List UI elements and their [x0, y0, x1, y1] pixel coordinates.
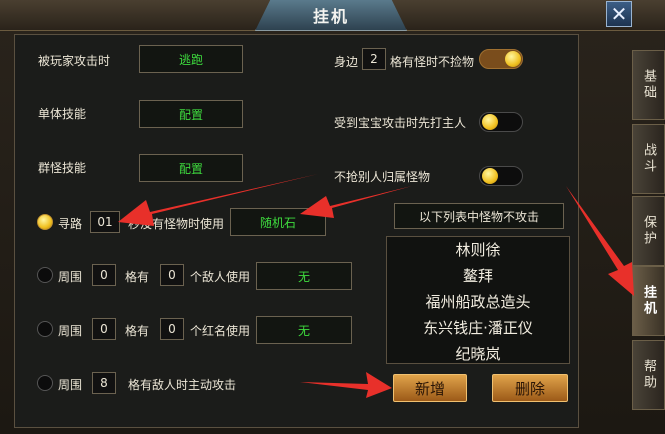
around-enemy-text: 个敌人使用: [190, 270, 251, 284]
tab-battle[interactable]: 战斗: [632, 124, 665, 194]
around-attack-text: 格有敌人时主动攻击: [128, 378, 237, 392]
attacked-by-player-select[interactable]: 逃跑: [139, 45, 243, 73]
pet-attack-label: 受到宝宝攻击时先打主人: [334, 116, 467, 130]
around-red-radio[interactable]: [37, 321, 53, 337]
toggle-knob: [482, 168, 498, 184]
list-item[interactable]: 东兴钱庄·潘正仪: [387, 315, 569, 341]
around-red-range-input[interactable]: 0: [92, 318, 116, 340]
single-skill-config-button[interactable]: 配置: [139, 100, 243, 128]
delete-monster-button[interactable]: 删除: [492, 374, 568, 402]
title-bar: 挂机 ✕: [0, 0, 665, 31]
around-red-text: 个红名使用: [190, 324, 251, 338]
around-enemy-radio[interactable]: [37, 267, 53, 283]
pet-attack-toggle[interactable]: [479, 112, 523, 132]
toggle-knob: [505, 51, 521, 67]
pickup-prefix: 身边: [334, 55, 359, 69]
single-skill-label: 单体技能: [38, 107, 87, 121]
group-skill-label: 群怪技能: [38, 161, 87, 175]
tab-help[interactable]: 帮助: [632, 340, 665, 410]
around-enemy-range-input[interactable]: 0: [92, 264, 116, 286]
window-title: 挂机: [312, 7, 349, 26]
find-path-radio[interactable]: [37, 214, 53, 230]
find-path-text: 秒没有怪物时使用: [128, 217, 225, 231]
around-enemy-item-select[interactable]: 无: [256, 262, 352, 290]
tab-auto-hunt[interactable]: 挂机: [632, 266, 665, 336]
no-steal-label: 不抢别人归属怪物: [334, 170, 431, 184]
find-path-seconds-input[interactable]: 01: [90, 211, 120, 233]
around-red-item-select[interactable]: 无: [256, 316, 352, 344]
toggle-knob: [482, 114, 498, 130]
no-steal-toggle[interactable]: [479, 166, 523, 186]
around-attack-radio[interactable]: [37, 375, 53, 391]
find-path-item-select[interactable]: 随机石: [230, 208, 326, 236]
list-item[interactable]: 纪晓岚: [387, 341, 569, 363]
list-item[interactable]: 鳌拜: [387, 263, 569, 289]
pickup-suffix: 格有怪时不捡物: [390, 55, 475, 69]
around-enemy-label: 周围: [58, 270, 83, 284]
pickup-range-input[interactable]: 2: [362, 48, 386, 70]
around-enemy-mid-text: 格有: [125, 270, 150, 284]
list-item[interactable]: 林则徐: [387, 237, 569, 263]
list-item[interactable]: 福州船政总造头: [387, 289, 569, 315]
tab-basic[interactable]: 基础: [632, 50, 665, 120]
no-attack-list-header[interactable]: 以下列表中怪物不攻击: [394, 203, 564, 229]
around-attack-range-input[interactable]: 8: [92, 372, 116, 394]
around-attack-label: 周围: [58, 378, 83, 392]
around-red-mid-text: 格有: [125, 324, 150, 338]
around-red-label: 周围: [58, 324, 83, 338]
tab-protect[interactable]: 保护: [632, 196, 665, 266]
attacked-by-player-label: 被玩家攻击时: [38, 54, 111, 68]
pickup-toggle[interactable]: [479, 49, 523, 69]
title-plate: 挂机: [255, 0, 407, 31]
close-button[interactable]: ✕: [606, 1, 632, 27]
no-attack-monster-list[interactable]: 林则徐 鳌拜 福州船政总造头 东兴钱庄·潘正仪 纪晓岚: [386, 236, 570, 364]
find-path-label: 寻路: [58, 217, 83, 231]
around-red-count-input[interactable]: 0: [160, 318, 184, 340]
around-enemy-count-input[interactable]: 0: [160, 264, 184, 286]
settings-window: 挂机 ✕ 被玩家攻击时 逃跑 单体技能 配置 群怪技能 配置 寻路 01 秒没有…: [0, 0, 665, 434]
group-skill-config-button[interactable]: 配置: [139, 154, 243, 182]
add-monster-button[interactable]: 新增: [393, 374, 467, 402]
